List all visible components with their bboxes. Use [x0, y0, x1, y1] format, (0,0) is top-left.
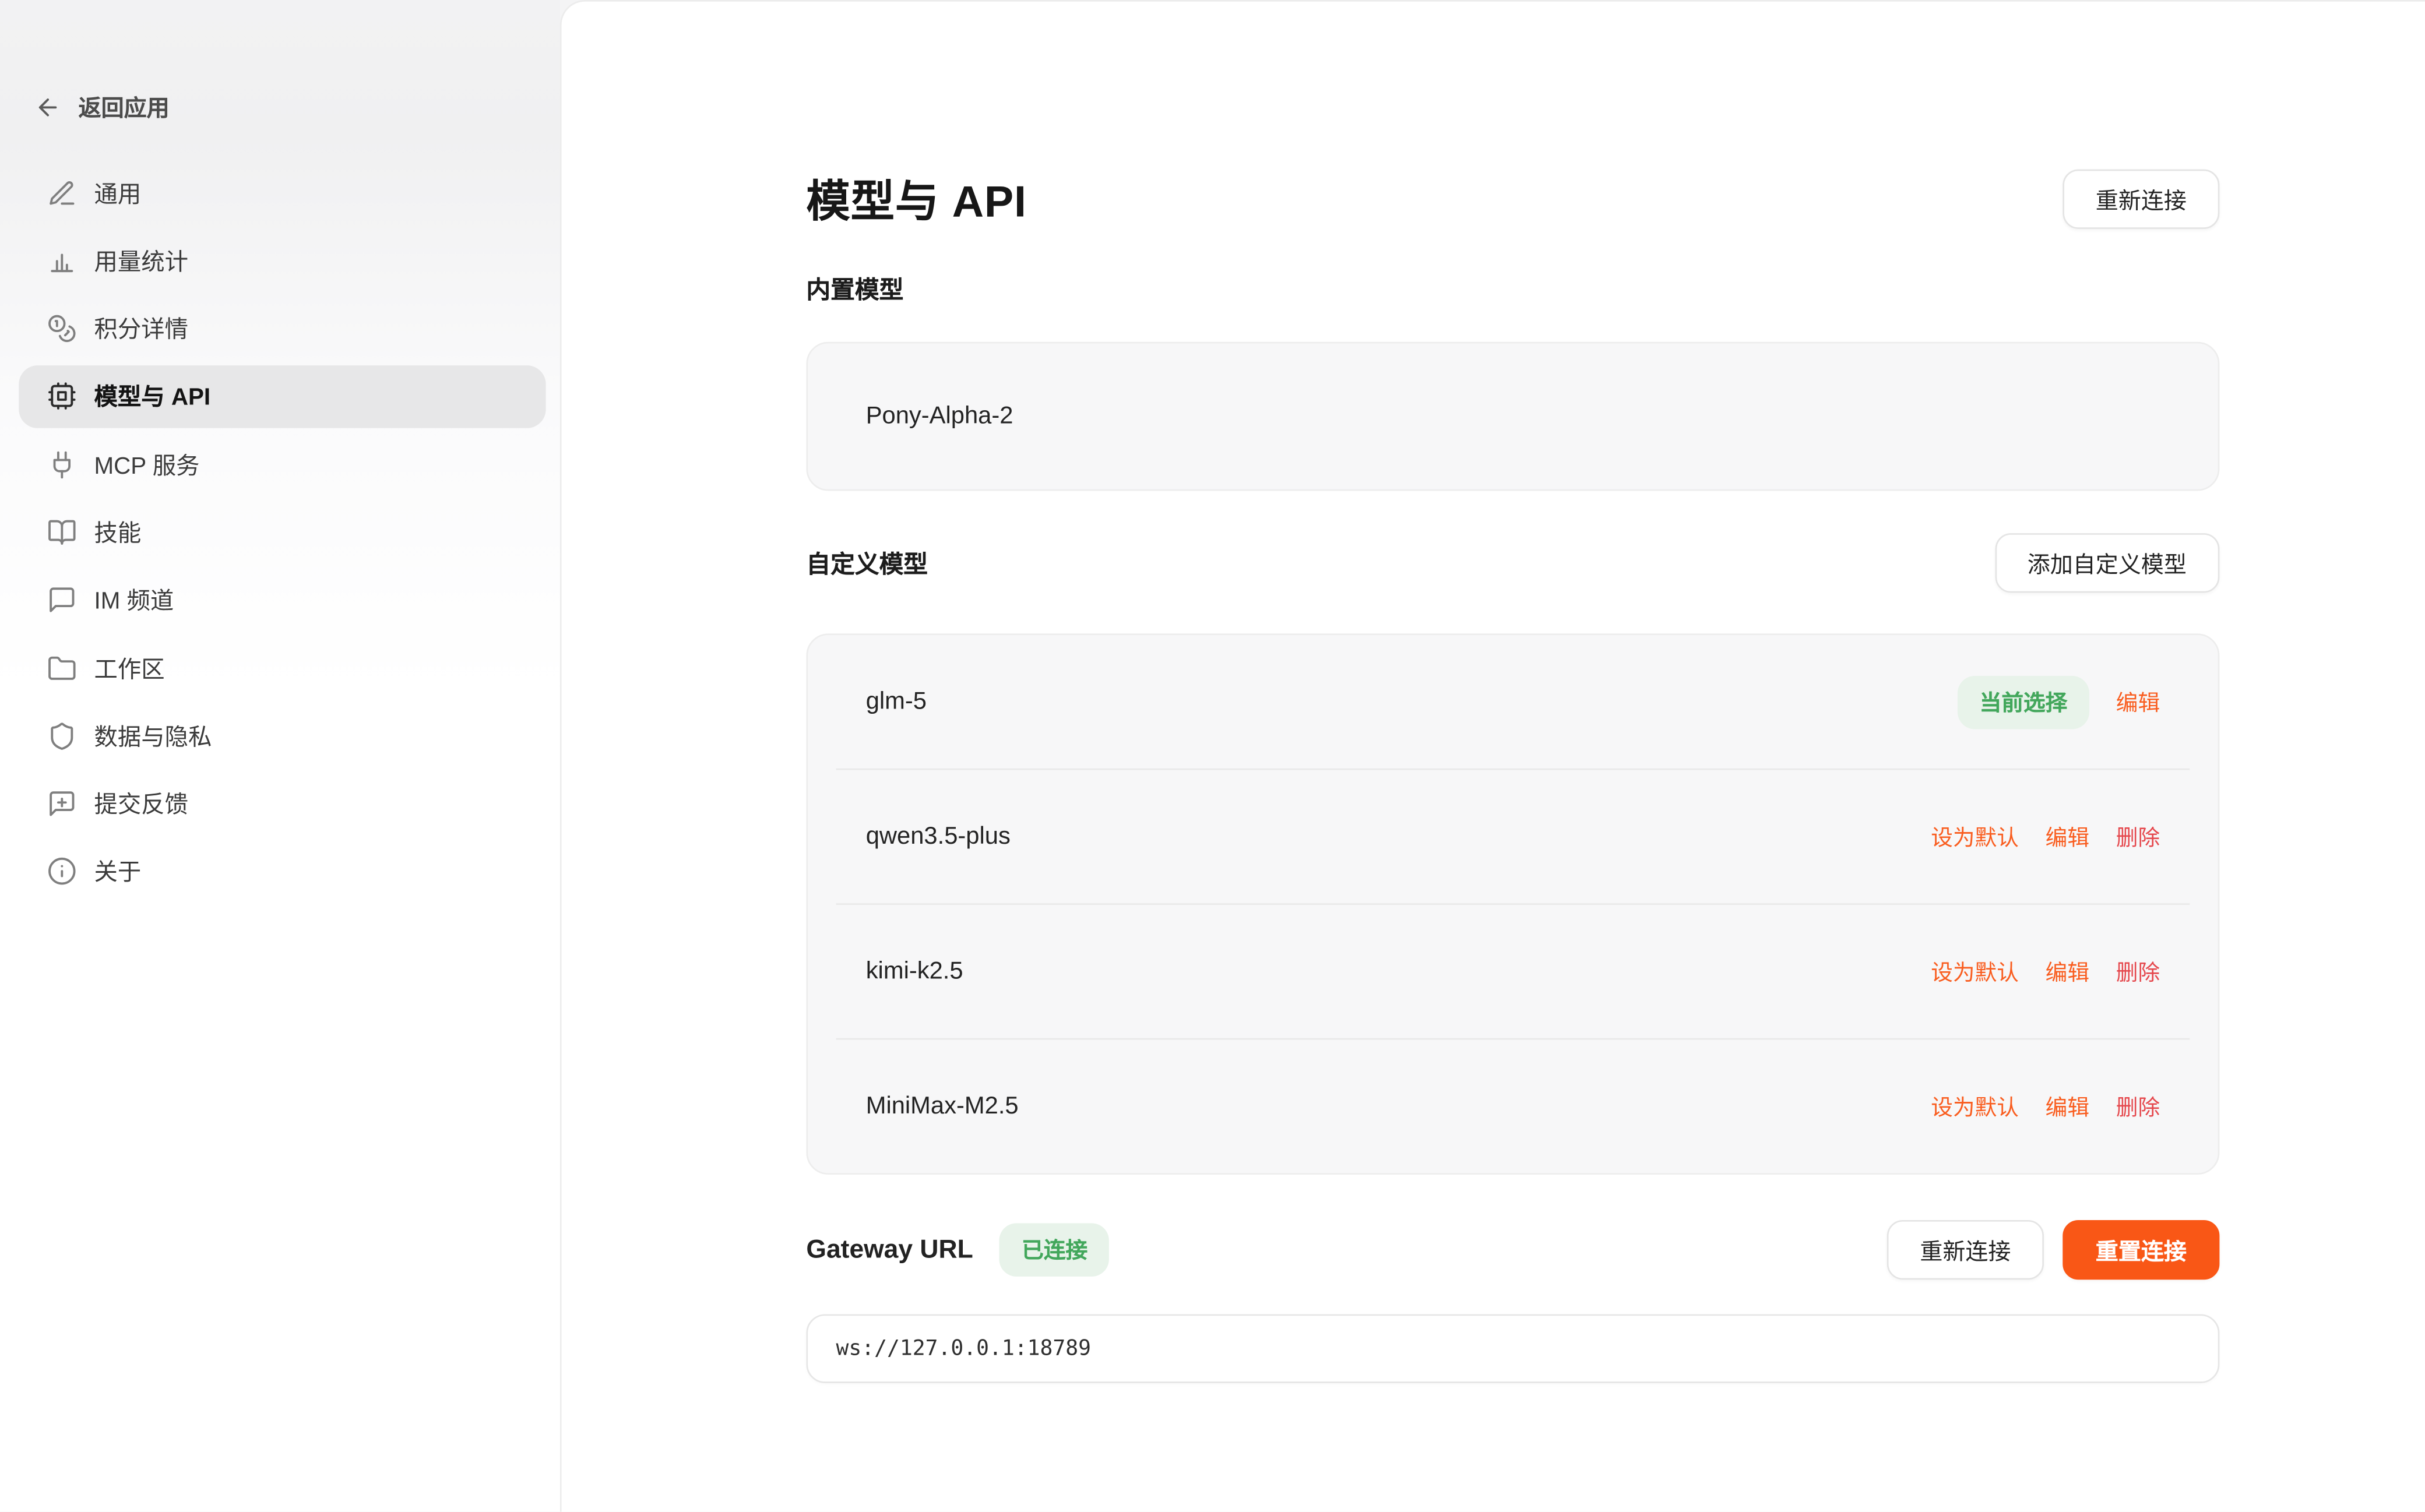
delete-link[interactable]: 删除 — [2116, 956, 2160, 987]
sidebar-item-label: 技能 — [94, 516, 141, 549]
custom-model-row: glm-5 当前选择 编辑 — [808, 635, 2218, 769]
set-default-link[interactable]: 设为默认 — [1931, 821, 2019, 852]
sidebar-item-about[interactable]: 关于 — [19, 841, 545, 904]
cpu-icon — [47, 382, 77, 411]
title-row: 模型与 API 重新连接 — [806, 168, 2219, 231]
sidebar-item-feedback[interactable]: 提交反馈 — [19, 773, 545, 836]
sidebar-item-data-privacy[interactable]: 数据与隐私 — [19, 704, 545, 767]
sidebar-item-im-channels[interactable]: IM 频道 — [19, 569, 545, 632]
add-custom-model-button[interactable]: 添加自定义模型 — [1994, 533, 2219, 593]
sidebar-item-workspace[interactable]: 工作区 — [19, 637, 545, 700]
row-actions: 当前选择 编辑 — [1958, 675, 2160, 729]
gateway-buttons: 重新连接 重置连接 — [1887, 1220, 2220, 1280]
sidebar-item-label: 模型与 API — [94, 380, 210, 413]
sidebar-item-label: 提交反馈 — [94, 788, 188, 821]
custom-models-heading: 自定义模型 — [806, 546, 928, 580]
back-to-app-label: 返回应用 — [79, 91, 170, 124]
sidebar-item-label: 通用 — [94, 177, 141, 210]
set-default-link[interactable]: 设为默认 — [1931, 956, 2019, 987]
sidebar-item-skills[interactable]: 技能 — [19, 501, 545, 564]
custom-model-name: glm-5 — [866, 688, 927, 716]
custom-model-row: qwen3.5-plus 设为默认 编辑 删除 — [808, 770, 2218, 904]
reset-connection-button[interactable]: 重置连接 — [2063, 1220, 2219, 1280]
main-panel: 模型与 API 重新连接 内置模型 Pony-Alpha-2 自定义模型 添加自… — [560, 0, 2425, 1512]
custom-model-name: qwen3.5-plus — [866, 823, 1011, 851]
sidebar-item-label: 用量统计 — [94, 244, 188, 277]
row-actions: 设为默认 编辑 删除 — [1931, 821, 2160, 852]
custom-model-row: kimi-k2.5 设为默认 编辑 删除 — [808, 905, 2218, 1038]
arrow-left-icon — [34, 94, 61, 121]
sidebar-nav: 通用 用量统计 积分详情 模型与 API MCP 服务 技能 — [19, 161, 545, 908]
custom-model-name: kimi-k2.5 — [866, 957, 963, 985]
current-selection-badge: 当前选择 — [1958, 675, 2089, 729]
shield-icon — [47, 721, 77, 751]
chat-bubble-icon — [47, 586, 77, 615]
info-icon — [47, 857, 77, 887]
sidebar: 返回应用 通用 用量统计 积分详情 模型与 API MCP 服务 — [0, 0, 560, 1512]
set-default-link[interactable]: 设为默认 — [1931, 1091, 2019, 1122]
custom-model-row: MiniMax-M2.5 设为默认 编辑 删除 — [808, 1039, 2218, 1173]
back-to-app[interactable]: 返回应用 — [34, 91, 169, 124]
delete-link[interactable]: 删除 — [2116, 1091, 2160, 1122]
builtin-models-panel: Pony-Alpha-2 — [806, 342, 2219, 491]
edit-link[interactable]: 编辑 — [2046, 956, 2089, 987]
edit-link[interactable]: 编辑 — [2116, 686, 2160, 718]
custom-models-panel: glm-5 当前选择 编辑 qwen3.5-plus 设为默认 编辑 删除 — [806, 633, 2219, 1175]
page-title: 模型与 API — [806, 168, 1026, 231]
sidebar-item-label: 关于 — [94, 855, 141, 889]
edit-link[interactable]: 编辑 — [2046, 1091, 2089, 1122]
sidebar-item-label: MCP 服务 — [94, 448, 199, 481]
coins-icon — [47, 314, 77, 344]
delete-link[interactable]: 删除 — [2116, 821, 2160, 852]
edit-link[interactable]: 编辑 — [2046, 821, 2089, 852]
sidebar-item-label: IM 频道 — [94, 584, 174, 617]
settings-window: 返回应用 通用 用量统计 积分详情 模型与 API MCP 服务 — [0, 0, 2425, 1512]
gateway-url-input[interactable]: ws://127.0.0.1:18789 — [806, 1314, 2219, 1383]
custom-model-name: MiniMax-M2.5 — [866, 1092, 1019, 1120]
pencil-icon — [47, 178, 77, 207]
folder-icon — [47, 653, 77, 683]
plug-icon — [47, 450, 77, 480]
reconnect-button-top[interactable]: 重新连接 — [2063, 170, 2219, 229]
custom-models-header: 自定义模型 添加自定义模型 — [806, 533, 2219, 593]
builtin-model-name: Pony-Alpha-2 — [866, 402, 1013, 430]
feedback-plus-icon — [47, 789, 77, 819]
gateway-row: Gateway URL 已连接 重新连接 重置连接 — [806, 1220, 2219, 1280]
builtin-models-heading: 内置模型 — [806, 272, 2219, 306]
sidebar-item-models-api[interactable]: 模型与 API — [19, 365, 545, 428]
sidebar-item-label: 工作区 — [94, 652, 164, 685]
bar-chart-icon — [47, 246, 77, 276]
sidebar-item-label: 积分详情 — [94, 312, 188, 346]
sidebar-item-label: 数据与隐私 — [94, 720, 212, 753]
sidebar-item-usage-stats[interactable]: 用量统计 — [19, 230, 545, 292]
row-actions: 设为默认 编辑 删除 — [1931, 1091, 2160, 1122]
reconnect-button-bottom[interactable]: 重新连接 — [1887, 1220, 2044, 1280]
gateway-url-value: ws://127.0.0.1:18789 — [836, 1336, 1092, 1361]
row-actions: 设为默认 编辑 删除 — [1931, 956, 2160, 987]
sidebar-item-credits[interactable]: 积分详情 — [19, 297, 545, 360]
open-book-icon — [47, 517, 77, 547]
main-content: 模型与 API 重新连接 内置模型 Pony-Alpha-2 自定义模型 添加自… — [806, 168, 2219, 1383]
connected-status-badge: 已连接 — [999, 1223, 1109, 1277]
sidebar-item-general[interactable]: 通用 — [19, 161, 545, 224]
gateway-url-label: Gateway URL — [806, 1235, 973, 1265]
gateway-label-group: Gateway URL 已连接 — [806, 1223, 1109, 1277]
sidebar-item-mcp[interactable]: MCP 服务 — [19, 433, 545, 496]
